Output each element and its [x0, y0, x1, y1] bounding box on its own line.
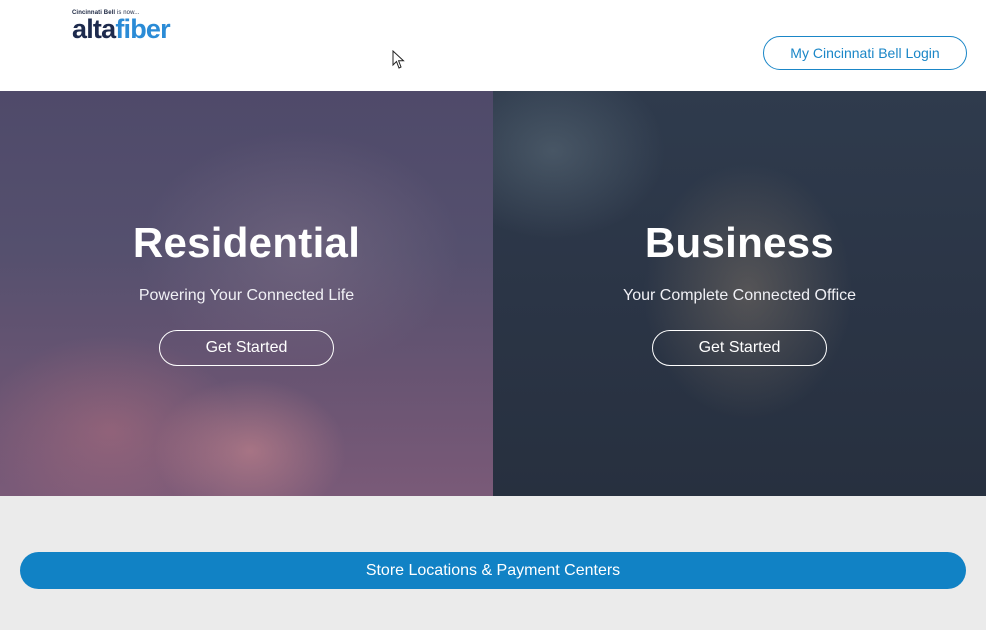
- residential-get-started-button[interactable]: Get Started: [159, 330, 334, 366]
- store-locations-button[interactable]: Store Locations & Payment Centers: [20, 552, 966, 589]
- altafiber-logo[interactable]: Cincinnati Bell is now... altafiber: [72, 10, 202, 46]
- residential-panel[interactable]: Residential Powering Your Connected Life…: [0, 91, 493, 496]
- business-get-started-button[interactable]: Get Started: [652, 330, 827, 366]
- business-title: Business: [644, 219, 835, 266]
- residential-title: Residential: [132, 219, 361, 266]
- residential-subtitle: Powering Your Connected Life: [138, 287, 355, 304]
- site-header: Cincinnati Bell is now... altafiber My C…: [0, 0, 986, 91]
- logo-wordmark: altafiber: [72, 14, 171, 44]
- business-subtitle: Your Complete Connected Office: [622, 287, 857, 304]
- business-panel[interactable]: Business Your Complete Connected Office …: [493, 91, 986, 496]
- login-button[interactable]: My Cincinnati Bell Login: [763, 36, 967, 70]
- mouse-cursor-icon: [392, 50, 405, 69]
